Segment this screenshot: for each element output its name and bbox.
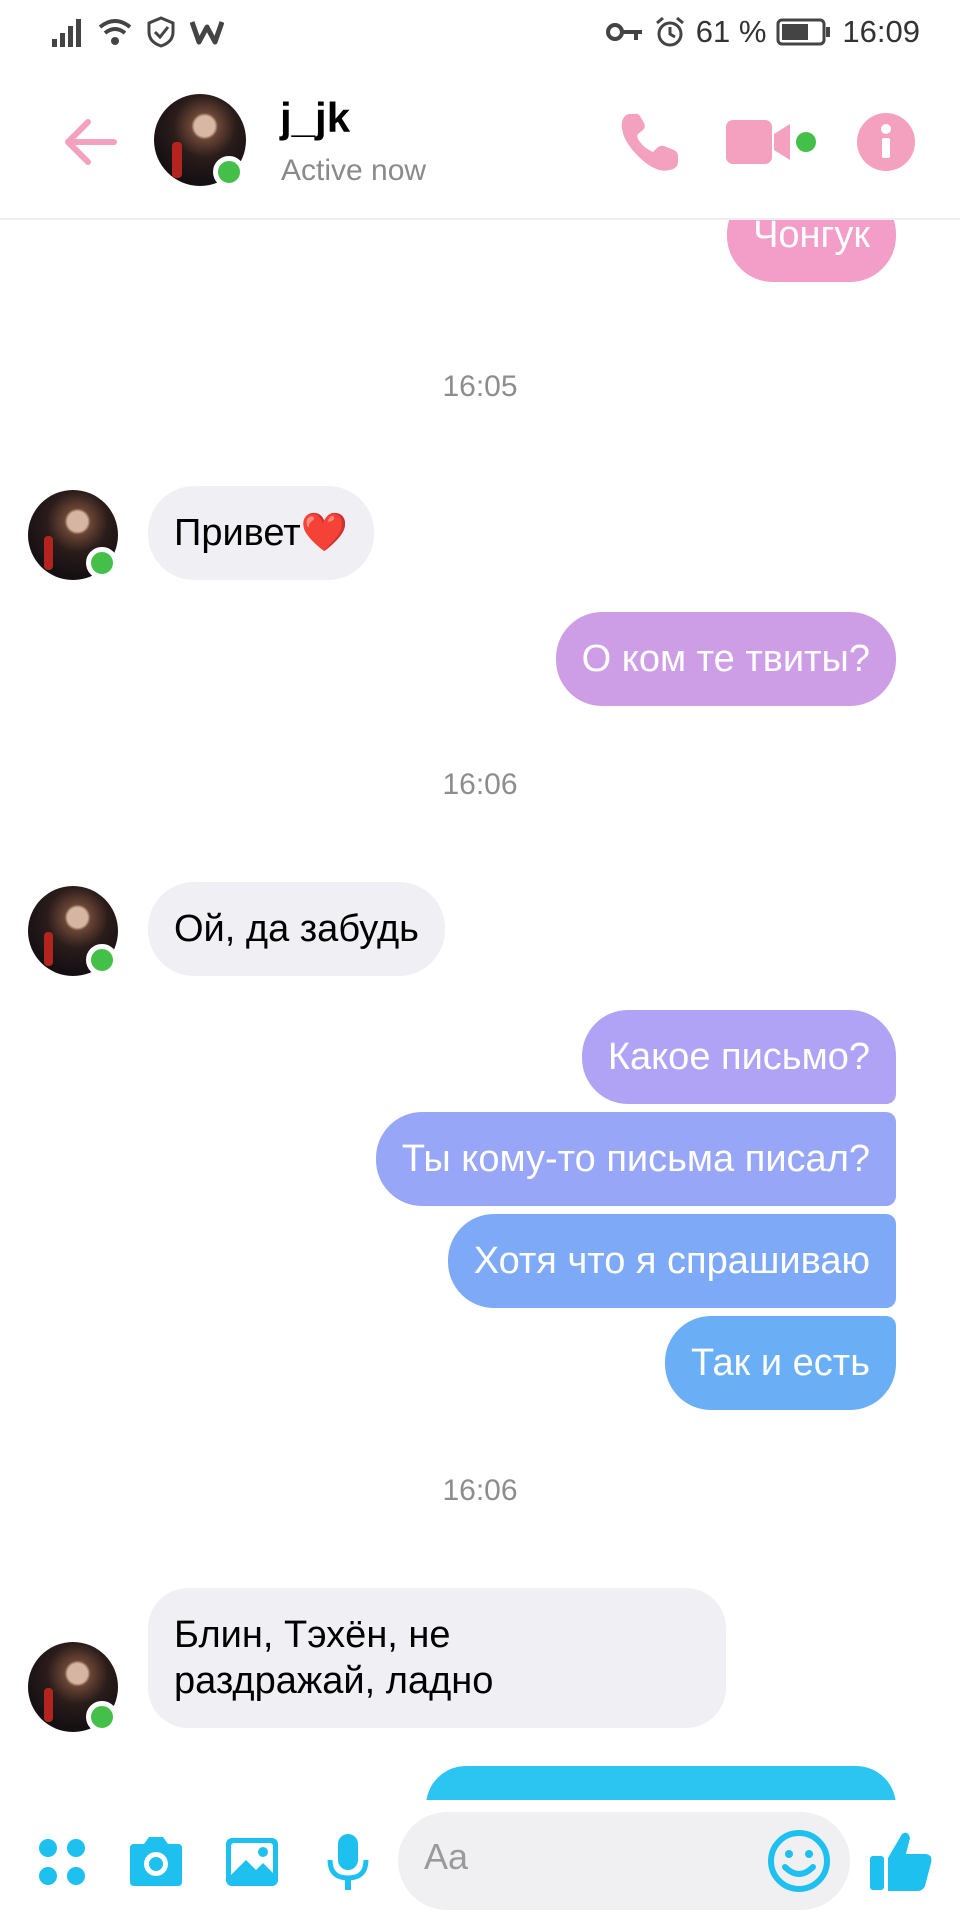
- message-bubble-incoming[interactable]: Привет❤️: [148, 486, 375, 580]
- battery-percent: 61 %: [695, 14, 767, 49]
- message-line: Блин, Тэхён, не: [174, 1614, 451, 1656]
- message-bubble-incoming[interactable]: Ой, да забудь: [148, 882, 445, 976]
- back-arrow-icon[interactable]: [60, 112, 120, 172]
- message-bubble-outgoing[interactable]: Ты кому-то письма писал?: [375, 1112, 896, 1206]
- info-icon[interactable]: [848, 104, 924, 180]
- contact-name[interactable]: j_jk: [280, 94, 350, 142]
- phone-icon[interactable]: [612, 104, 688, 180]
- gallery-icon[interactable]: [220, 1830, 284, 1894]
- message-line: раздражай, ладно: [174, 1660, 494, 1702]
- message-composer: Aa: [0, 1800, 960, 1920]
- status-bar: 61 % 16:09: [0, 0, 960, 64]
- message-bubble-outgoing[interactable]: Чонгук: [727, 220, 896, 282]
- status-icons-right: 61 % 16:09: [605, 12, 920, 52]
- wifi-icon: [98, 19, 132, 45]
- key-icon: [605, 23, 642, 41]
- message-bubble-outgoing[interactable]: О ком те твиты?: [555, 612, 896, 706]
- contact-status: Active now: [281, 154, 427, 187]
- emoji-icon[interactable]: [764, 1826, 834, 1896]
- message-bubble-outgoing[interactable]: Какое письмо?: [581, 1010, 896, 1104]
- online-indicator: [213, 156, 245, 188]
- message-bubble-outgoing[interactable]: Хотя что я спрашиваю: [447, 1214, 896, 1308]
- signal-icon: [52, 19, 81, 47]
- online-indicator: [86, 944, 118, 976]
- microphone-icon[interactable]: [316, 1830, 380, 1894]
- shield-check-icon: [147, 16, 175, 48]
- message-list[interactable]: Чонгук 16:05 Привет❤️ О ком те твиты? 16…: [0, 220, 960, 1800]
- conversation-header: j_jk Active now: [0, 64, 960, 220]
- message-input-placeholder: Aa: [424, 1836, 469, 1877]
- wattpad-icon: [190, 21, 224, 45]
- thumbs-up-icon[interactable]: [866, 1826, 936, 1896]
- timestamp: 16:05: [442, 370, 518, 403]
- message-bubble-incoming[interactable]: Блин, Тэхён, не раздражай, ладно: [148, 1588, 726, 1728]
- clock: 16:09: [842, 14, 920, 49]
- battery-icon: [776, 18, 831, 46]
- online-indicator: [86, 1701, 118, 1733]
- apps-grid-icon[interactable]: [30, 1830, 94, 1894]
- timestamp: 16:06: [442, 1474, 518, 1507]
- alarm-icon: [655, 16, 684, 47]
- video-camera-icon[interactable]: [722, 104, 832, 180]
- online-indicator: [86, 547, 118, 579]
- camera-icon[interactable]: [124, 1830, 188, 1894]
- message-bubble-outgoing[interactable]: Так и есть: [665, 1316, 896, 1410]
- timestamp: 16:06: [442, 768, 518, 801]
- message-bubble-outgoing-partial[interactable]: [426, 1766, 896, 1800]
- status-icons-left: [52, 14, 224, 50]
